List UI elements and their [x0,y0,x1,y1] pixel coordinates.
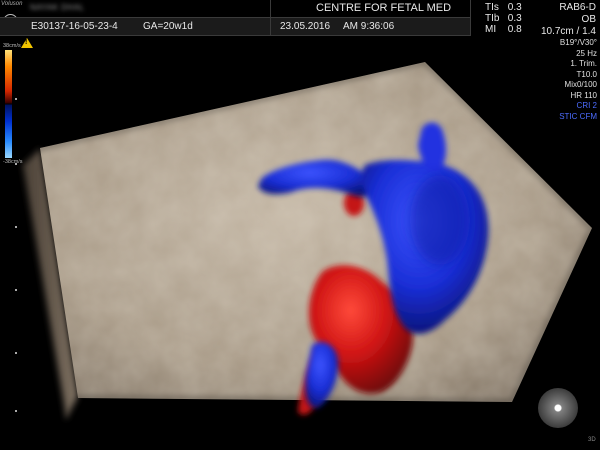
index-tis: TIs 0.3 [485,2,522,13]
depth-tick [15,289,17,291]
depth-tick [15,352,17,354]
gestational-age: GA=20w1d [143,21,193,32]
param-t: T10.0 [576,69,597,79]
param-angle: B19°/V30° [559,38,597,47]
probe-info: RAB6-D OB 10.7cm / 1.4 [541,2,596,38]
param-trimester: 1. Trim. [570,59,597,68]
warning-icon [21,38,33,48]
imaging-params: B19°/V30° 25 Hz 1. Trim. T10.0 Mix0/100 … [559,38,597,122]
patient-id: E30137-16-05-23-4 [31,21,118,32]
param-stic-cfm: STIC CFM [559,111,597,121]
mode-corner-label: 3D [588,437,596,443]
index-tib: TIb 0.3 [485,13,522,24]
probe-name: RAB6-D [559,2,596,13]
probe-mode: OB [581,14,596,25]
colorbar-min-label: -38cm/s [3,159,23,165]
patient-name: NAYAK DHAL [30,3,85,12]
centre-name: CENTRE FOR FETAL MED [316,2,452,14]
volume-render[interactable] [0,0,600,450]
header-divider [470,0,471,36]
depth-tick [15,226,17,228]
header-divider [270,0,271,36]
colorbar-max-label: 38cm/s [3,43,21,49]
param-framerate: 25 Hz [576,48,597,58]
probe-depth: 10.7cm / 1.4 [540,26,596,37]
light-source-trackball-icon[interactable] [538,388,578,428]
depth-tick [15,163,17,165]
index-mi: MI 0.8 [485,24,522,35]
exam-date: 23.05.2016 [280,21,331,32]
param-mix: Mix0/100 [564,80,597,89]
param-hr: HR 110 [570,90,597,100]
color-velocity-bar [5,50,12,158]
depth-tick [15,410,17,412]
exam-time: AM 9:36:06 [343,21,395,32]
depth-tick [15,98,17,100]
param-cri: CRI 2 [576,101,597,110]
